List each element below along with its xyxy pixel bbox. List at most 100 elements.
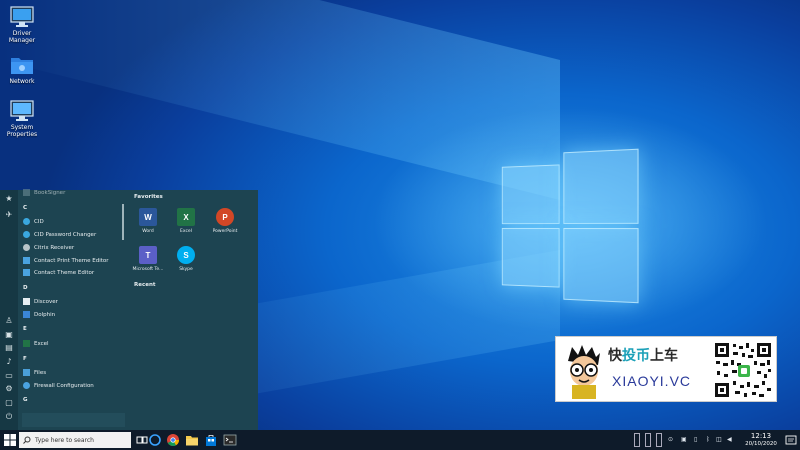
app-item-firewall-configuration[interactable]: Firewall Configuration [23, 382, 94, 389]
app-item-citrix-receiver[interactable]: Citrix Receiver [23, 244, 74, 251]
computer-icon [9, 100, 35, 122]
desktop-icon-driver-manager[interactable]: Driver Manager [0, 6, 44, 44]
workspace-3-icon[interactable] [656, 433, 662, 447]
app-item-cid-password-changer[interactable]: CID Password Changer [23, 231, 96, 238]
pictures-icon[interactable]: ▣ [4, 330, 14, 340]
tile-label: Excel [168, 229, 204, 234]
app-item-cid[interactable]: CID [23, 218, 44, 225]
network-folder-icon [9, 54, 35, 76]
taskbar-search-box[interactable]: Type here to search [19, 432, 131, 448]
app-icon [23, 189, 30, 196]
word-icon: W [139, 208, 157, 226]
app-item-files[interactable]: Files [23, 369, 46, 376]
start-right-pane: Favorites W Word X Excel P PowerPoint T … [128, 190, 258, 430]
tile-excel[interactable]: X Excel [168, 204, 204, 240]
notification-center-icon[interactable] [784, 433, 798, 447]
display-icon[interactable]: ▭ [4, 371, 14, 381]
letter-heading-d[interactable]: D [23, 285, 28, 291]
pin-icon[interactable]: ✈ [4, 210, 14, 220]
excel-icon [23, 340, 30, 347]
system-tray-icon[interactable]: ⊙ [668, 436, 673, 443]
desktop-icon-network[interactable]: Network [0, 54, 44, 85]
qr-code-icon [713, 341, 773, 399]
dolphin-icon [23, 311, 30, 318]
tile-label: PowerPoint [207, 229, 243, 234]
tile-powerpoint[interactable]: P PowerPoint [207, 204, 243, 240]
files-icon [23, 369, 30, 376]
taskbar-clock[interactable]: 12:13 20/10/2020 [738, 432, 784, 448]
clock-date: 20/10/2020 [738, 440, 784, 448]
teams-icon: T [139, 246, 157, 264]
terminal-icon[interactable] [223, 433, 237, 447]
search-icon [23, 436, 31, 444]
file-explorer-icon[interactable] [185, 433, 199, 447]
network-icon[interactable]: ◫ [716, 436, 722, 443]
letter-heading-e[interactable]: E [23, 326, 27, 332]
watermark-banner: 快投币上车 XIAOYI.VC [555, 336, 777, 402]
letter-heading-g[interactable]: G [23, 397, 28, 403]
watermark-brand-en: XIAOYI.VC [612, 373, 691, 389]
chrome-icon[interactable] [166, 433, 180, 447]
app-item-contact-print-theme-editor[interactable]: Contact Print Theme Editor [23, 257, 109, 264]
windows-logo [502, 148, 645, 305]
cid-icon [23, 218, 30, 225]
search-placeholder: Type here to search [35, 437, 94, 444]
lock-icon[interactable]: ▢ [4, 398, 14, 408]
app-list: BookSigner C CID CID Password Changer Ci… [18, 190, 126, 430]
app-item-contact-theme-editor[interactable]: Contact Theme Editor [23, 269, 94, 276]
music-icon[interactable]: ♪ [4, 357, 14, 367]
taskbar: Type here to search ⊙ ▣ ▯ ᛒ ◫ ◀ 12:13 20… [0, 430, 800, 450]
start-menu: ★ ✈ ♙ ▣ ▤ ♪ ▭ ⚙ ▢ ⏻ BookSigner C CID CID… [0, 190, 258, 430]
tile-label: Skype [168, 267, 204, 272]
theme-editor-icon [23, 269, 30, 276]
powerpoint-icon: P [216, 208, 234, 226]
tray-device-icon[interactable]: ▣ [681, 436, 687, 443]
documents-icon[interactable]: ▤ [4, 343, 14, 353]
desktop-icon-label: System Properties [7, 124, 37, 138]
start-search-box[interactable] [22, 413, 125, 427]
desktop-icon-system-properties[interactable]: System Properties [0, 100, 44, 138]
letter-heading-f[interactable]: F [23, 356, 27, 362]
app-item-discover[interactable]: Discover [23, 298, 58, 305]
list-item[interactable]: BookSigner [23, 189, 65, 196]
skype-icon: S [177, 246, 195, 264]
tile-label: Word [130, 229, 166, 234]
windows-start-icon[interactable] [4, 434, 16, 446]
letter-heading-c[interactable]: C [23, 205, 27, 211]
bluetooth-icon[interactable]: ᛒ [706, 436, 710, 443]
app-list-scrollbar[interactable] [122, 204, 124, 240]
store-icon[interactable] [204, 433, 218, 447]
clipboard-icon[interactable]: ▯ [694, 436, 697, 443]
watermark-brand-cn: 快投币上车 [608, 345, 678, 365]
favorites-heading: Favorites [134, 194, 163, 200]
tile-word[interactable]: W Word [130, 204, 166, 240]
tile-microsoft-teams[interactable]: T Microsoft Te... [130, 242, 166, 278]
cartoon-avatar-icon [562, 343, 606, 399]
app-item-dolphin[interactable]: Dolphin [23, 311, 55, 318]
excel-icon: X [177, 208, 195, 226]
firewall-icon [23, 382, 30, 389]
light-beam [0, 0, 560, 200]
settings-gear-icon[interactable]: ⚙ [4, 384, 14, 394]
volume-icon[interactable]: ◀ [727, 436, 732, 443]
desktop-icon-label: Network [9, 78, 34, 85]
user-icon[interactable]: ♙ [4, 316, 14, 326]
citrix-icon [23, 244, 30, 251]
monitor-icon [9, 6, 35, 28]
app-item-excel[interactable]: Excel [23, 340, 49, 347]
start-menu-rail: ★ ✈ ♙ ▣ ▤ ♪ ▭ ⚙ ▢ ⏻ [0, 190, 18, 430]
favorites-star-icon[interactable]: ★ [4, 194, 14, 204]
cid-password-icon [23, 231, 30, 238]
tile-skype[interactable]: S Skype [168, 242, 204, 278]
clock-time: 12:13 [738, 432, 784, 440]
cortana-icon[interactable] [148, 433, 162, 447]
recent-heading: Recent [134, 282, 156, 288]
task-view-icon[interactable] [135, 433, 149, 447]
theme-editor-icon [23, 257, 30, 264]
discover-icon [23, 298, 30, 305]
desktop-icon-label: Driver Manager [9, 30, 35, 44]
workspace-2-icon[interactable] [645, 433, 651, 447]
power-icon[interactable]: ⏻ [4, 412, 14, 422]
workspace-1-icon[interactable] [634, 433, 640, 447]
tile-label: Microsoft Te... [130, 267, 166, 272]
